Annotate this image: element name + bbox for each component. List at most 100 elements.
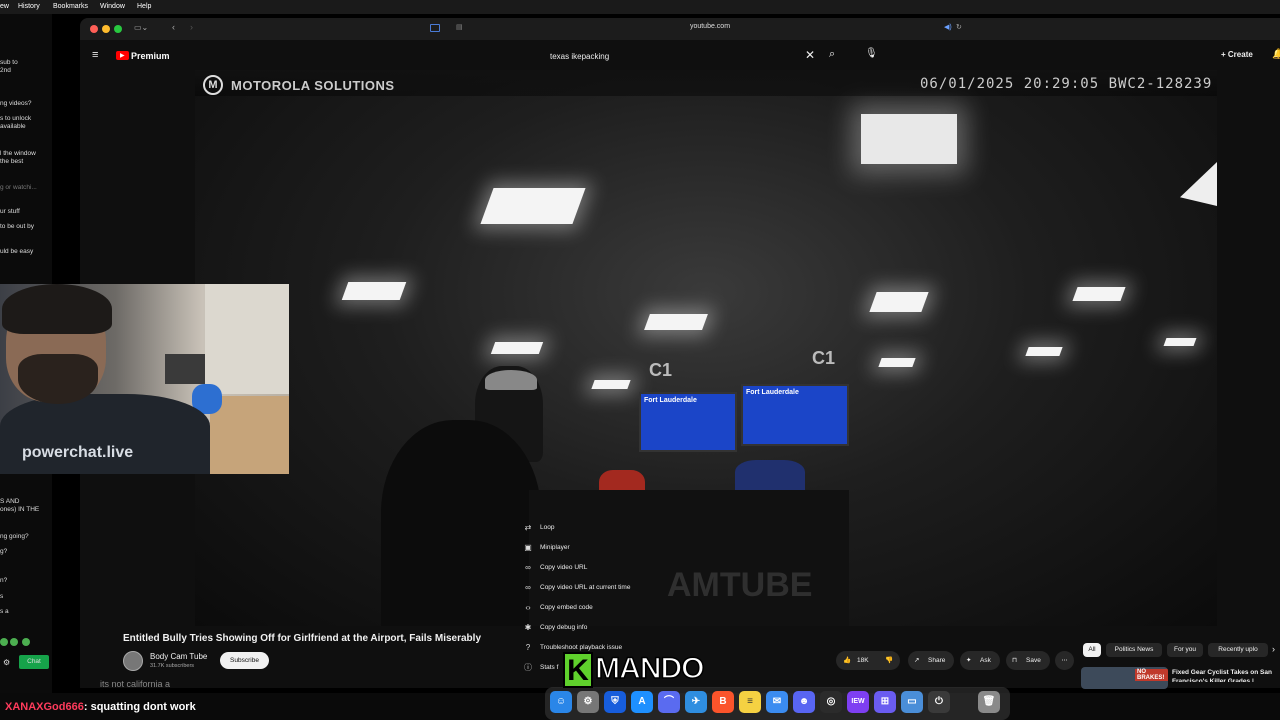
recommendation-title[interactable]: Fixed Gear Cyclist Takes on San Francisc… [1172,668,1278,682]
menu-bookmarks[interactable]: Bookmarks [53,0,88,14]
screenshot-icon[interactable]: ▭ [901,691,923,713]
maximize-window-button[interactable] [114,25,122,33]
logo-text: MANDO [594,651,705,686]
discord-icon[interactable]: ☻ [793,691,815,713]
chat-message: ng going? [0,533,29,540]
gate-screen-title: Fort Lauderdale [644,397,697,404]
back-icon[interactable]: ‹ [172,22,175,32]
chat-username: XANAXGod666 [5,701,84,713]
emote-icon [10,638,18,646]
chip-all[interactable]: All [1083,643,1101,657]
youtube-logo-text[interactable]: Premium [131,51,170,61]
menu-window[interactable]: Window [100,0,125,14]
forward-icon[interactable]: › [190,22,193,32]
channel-watermark: AMTUBE [667,566,813,604]
context-item-miniplayer[interactable]: ▣ Miniplayer [517,539,667,557]
chip-for-you[interactable]: For you [1167,643,1203,657]
audio-icon[interactable]: ◀) [944,23,952,31]
ceiling-light [861,114,957,164]
microphone-icon[interactable]: 🎙 [865,48,878,59]
menu-icon[interactable]: ≡ [92,49,98,61]
sidebar-toggle-icon[interactable]: ▭⌄ [134,23,148,32]
play-icon: ▶ [120,53,125,59]
minimize-window-button[interactable] [102,25,110,33]
code-icon: ‹› [525,603,531,612]
address-bar[interactable]: youtube.com [670,23,750,35]
ceiling-light [1180,162,1217,206]
avatar[interactable] [123,651,143,671]
trash-icon[interactable]: 🗑 [978,691,1000,713]
search-input[interactable]: texas ikepacking [550,52,609,61]
gate-screen-title: Fort Lauderdale [746,389,799,396]
activity-icon[interactable]: ◎ [820,691,842,713]
ask-button[interactable]: ✦ Ask [960,651,1000,670]
context-item-copy-url[interactable]: ∞ Copy video URL [517,559,667,577]
tab-icon[interactable] [430,24,440,32]
chevron-right-icon[interactable]: › [1272,644,1275,654]
menu-history[interactable]: History [18,0,40,14]
ceiling-light [1072,287,1126,301]
ceiling-light [644,314,708,330]
help-icon: ? [525,643,531,652]
streamer-hair [2,284,112,334]
streamer-webcam: powerchat.live [0,284,289,474]
ceiling-light [341,282,407,300]
ceiling-light [591,380,631,389]
finder-icon[interactable]: ☺ [550,691,572,713]
notifications-icon[interactable]: 🔔 [1272,49,1280,60]
share-button[interactable]: ↗ Share [908,651,954,670]
mail-icon[interactable]: ✉ [766,691,788,713]
chat-message: sub to 2nd [0,59,18,74]
menu-help[interactable]: Help [137,0,151,14]
emote-icon [0,638,8,646]
plus-icon: + [1221,50,1228,59]
subscribe-button[interactable]: Subscribe [220,652,269,669]
chat-message: S AND ones) IN THE [0,498,40,513]
brave-icon[interactable]: B [712,691,734,713]
link-icon: ∞ [525,563,531,572]
close-window-button[interactable] [90,25,98,33]
context-item-copy-url-time[interactable]: ∞ Copy video URL at current time [517,579,667,597]
webcam-equipment [165,354,205,384]
ceiling-light [878,358,916,367]
context-item-copy-embed[interactable]: ‹› Copy embed code [517,599,667,617]
menu-view[interactable]: ew [0,0,9,14]
reload-icon[interactable]: ↻ [956,23,962,31]
subscriber-count: 31.7K subscribers [150,663,195,669]
more-icon[interactable]: ⋯ [1055,651,1074,670]
page-icon[interactable]: ▤ [456,23,463,31]
channel-name[interactable]: Body Cam Tube [150,652,207,661]
search-icon[interactable]: ⌕ [829,48,835,61]
bitwarden-icon[interactable]: ⛨ [604,691,626,713]
chat-message: ng videos? [0,100,32,107]
notes-icon[interactable]: ≡ [739,691,761,713]
grid-icon[interactable]: ⊞ [874,691,896,713]
chip-politics[interactable]: Politics News [1106,643,1162,657]
app-store-icon[interactable]: A [631,691,653,713]
settings-icon[interactable]: ⚙ [577,691,599,713]
like-button[interactable]: 👍 18K 👎 [836,651,900,670]
iew-icon[interactable]: IEW [847,691,869,713]
arc-icon[interactable]: ⌒ [658,691,680,713]
ask-label: Ask [980,657,991,664]
chat-message: s [0,593,4,600]
bookmark-icon: ⊓ [1012,657,1018,664]
video-player[interactable]: C1 C1 Fort Lauderdale Fort Lauderdale AM… [195,70,1217,626]
context-item-debug-info[interactable]: ✱ Copy debug info [517,619,667,637]
ceiling-light [869,292,929,312]
gear-icon[interactable]: ⚙ [3,659,10,667]
save-button[interactable]: ⊓ Save [1006,651,1050,670]
context-item-loop[interactable]: ⇄ Loop [517,519,667,537]
ceiling-light [1025,347,1063,356]
power-icon[interactable]: ⏻ [928,691,950,713]
chip-recent[interactable]: Recently uplo [1208,643,1268,657]
safari-icon[interactable]: ✈ [685,691,707,713]
recommendation-thumbnail[interactable]: NO BRAKES! [1081,667,1168,689]
create-button[interactable]: + Create [1221,50,1253,59]
gate-screen: Fort Lauderdale [741,384,849,446]
motorola-logo-icon: M [203,75,223,95]
save-label: Save [1026,657,1041,664]
clear-search-icon[interactable]: ✕ [805,48,815,62]
create-label: Create [1227,50,1253,59]
chat-button[interactable]: Chat [19,655,49,669]
